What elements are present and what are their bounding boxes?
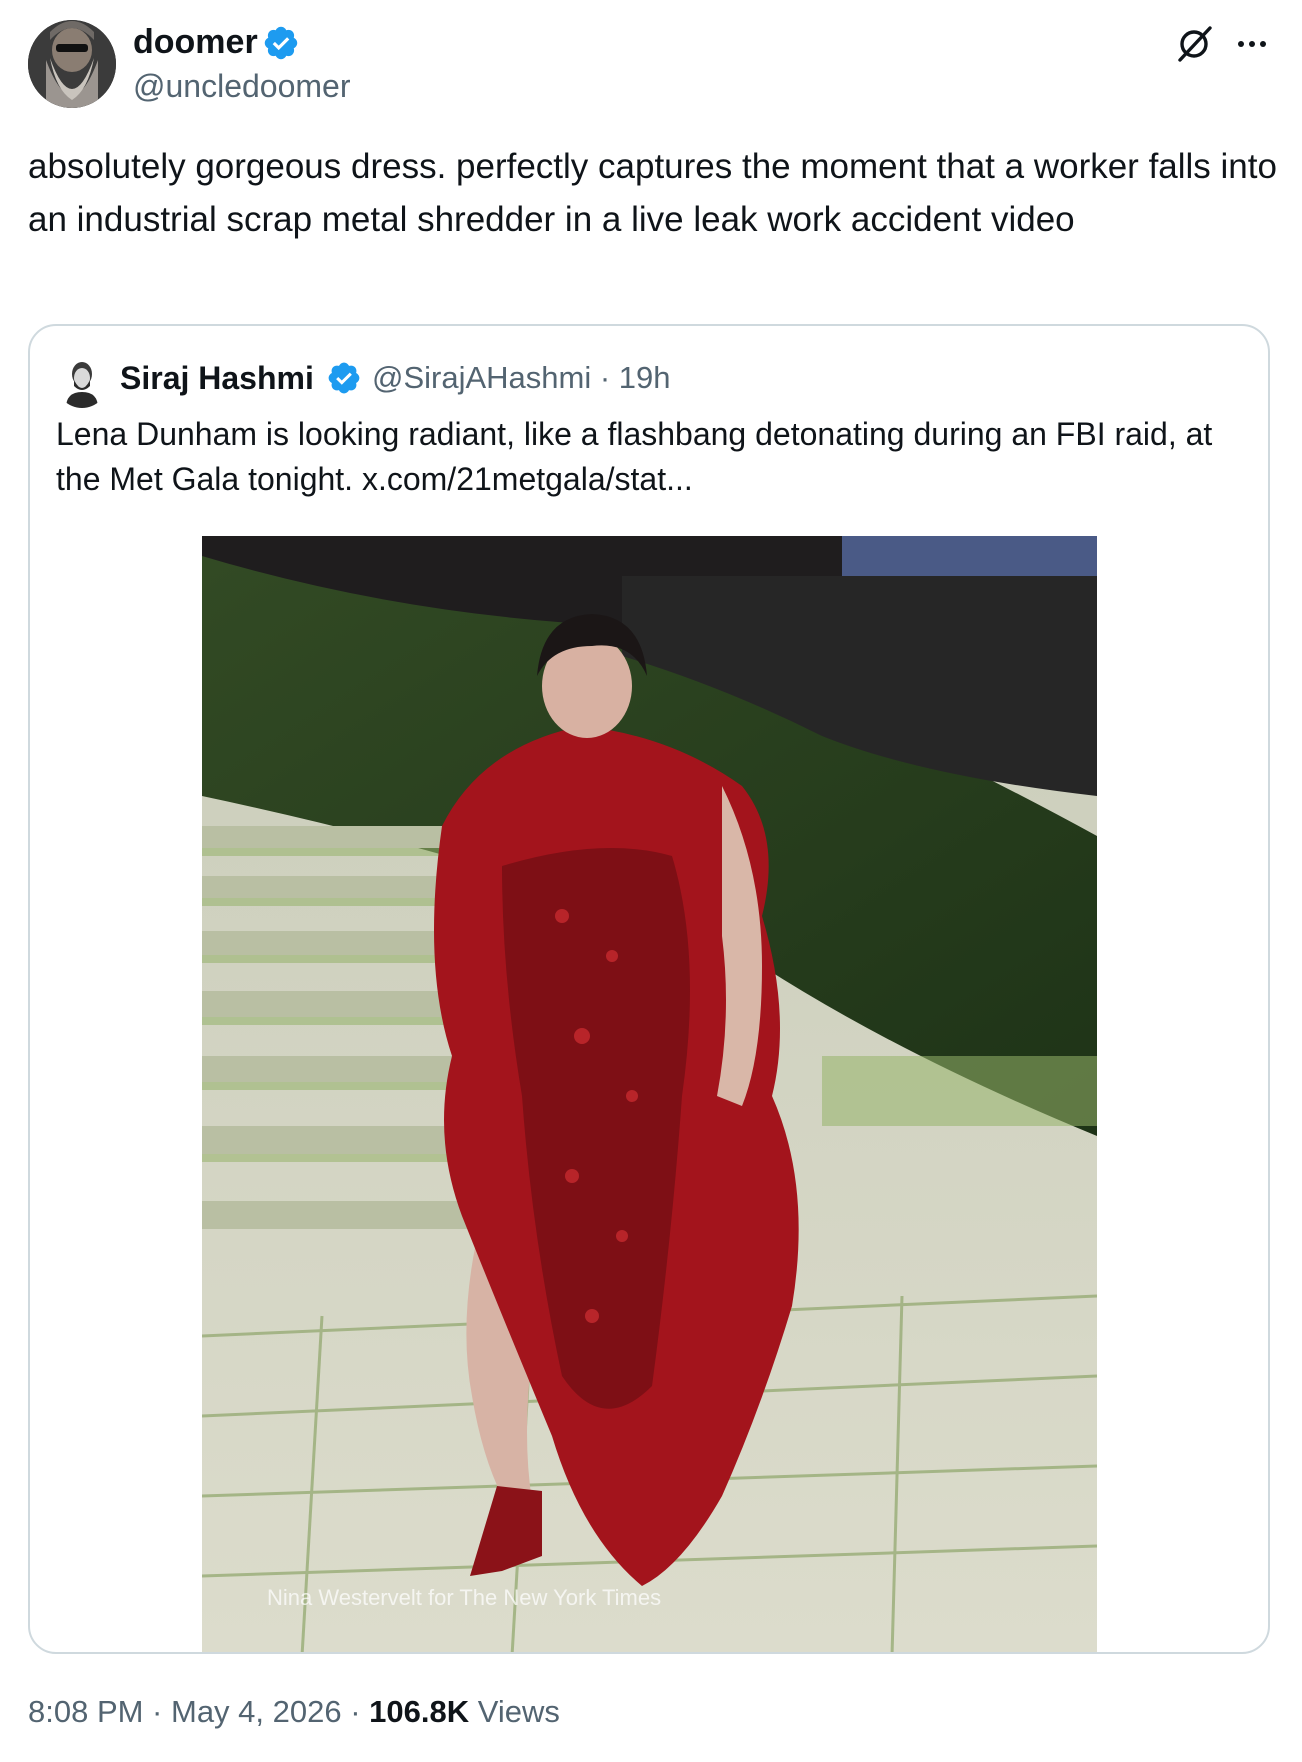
quoted-tweet-card[interactable]: Siraj Hashmi @SirajAHashmi · 19h Lena Du… [28,324,1270,1654]
photo-credit: Nina Westervelt for The New York Times [267,1585,662,1610]
more-options-icon[interactable] [1232,24,1272,64]
author-handle[interactable]: @uncledoomer [133,66,350,106]
author-avatar[interactable] [28,20,116,108]
author-display-name[interactable]: doomer [133,22,258,62]
quoted-tweet-photo[interactable]: Nina Westervelt for The New York Times [202,536,1097,1652]
tweet: doomer @uncledoomer absolutely gorgeous … [0,0,1302,1762]
verified-badge-icon [264,26,298,60]
tweet-text: absolutely gorgeous dress. perfectly cap… [28,147,1277,239]
tweet-timestamp[interactable]: 8:08 PM · May 4, 2026 · [28,1694,369,1729]
quoted-author-handle-time[interactable]: @SirajAHashmi · 19h [372,356,671,400]
verified-badge-icon [328,362,360,394]
grok-icon[interactable] [1172,22,1216,66]
views-count: 106.8K [369,1694,470,1729]
tweet-meta: 8:08 PM · May 4, 2026 · 106.8K Views [28,1690,560,1734]
quoted-author-display-name[interactable]: Siraj Hashmi [120,356,314,400]
quoted-tweet-text: Lena Dunham is looking radiant, like a f… [56,416,1213,497]
views-label: Views [469,1694,560,1729]
quoted-author-avatar[interactable] [56,356,108,408]
